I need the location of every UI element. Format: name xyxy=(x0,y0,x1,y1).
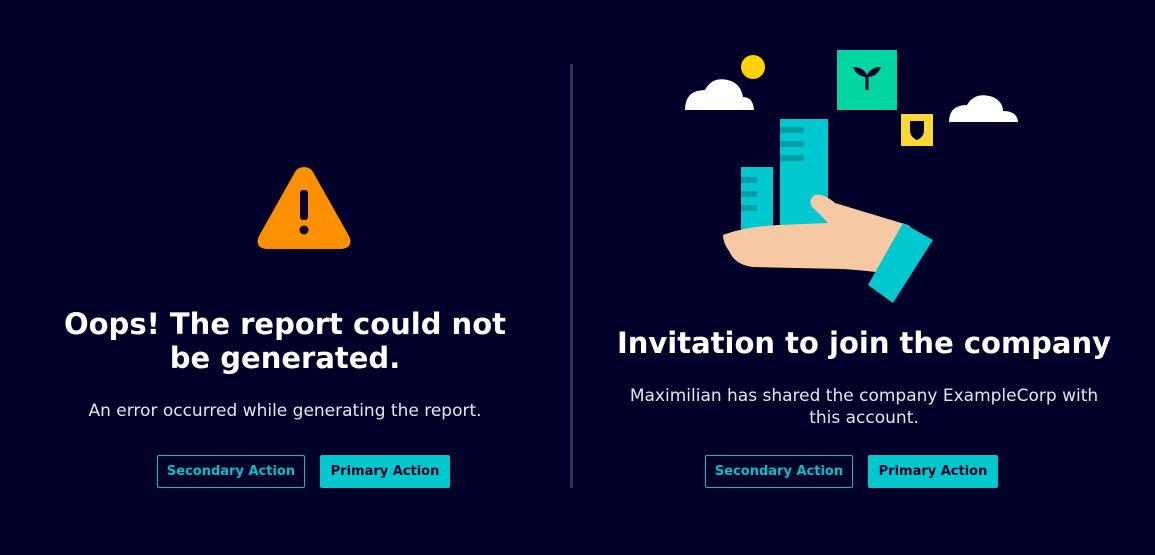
invitation-description: Maximilian has shared the company Exampl… xyxy=(629,386,1099,428)
secondary-action-button[interactable]: Secondary Action xyxy=(157,455,305,488)
error-panel: Oops! The report could not be generated.… xyxy=(0,0,570,555)
primary-action-button[interactable]: Primary Action xyxy=(320,455,450,488)
cloud-icon xyxy=(949,95,1018,122)
error-title: Oops! The report could not be generated. xyxy=(63,307,506,375)
invitation-panel: Invitation to join the company Maximilia… xyxy=(573,0,1155,555)
error-description: An error occurred while generating the r… xyxy=(88,401,482,421)
hand-holding-buildings-illustration xyxy=(685,50,1018,303)
secondary-action-button[interactable]: Secondary Action xyxy=(705,455,853,488)
primary-action-button[interactable]: Primary Action xyxy=(868,455,998,488)
warning-icon xyxy=(257,167,351,249)
invitation-title: Invitation to join the company xyxy=(616,326,1112,360)
sun-icon xyxy=(741,55,765,79)
cloud-icon xyxy=(685,79,754,110)
